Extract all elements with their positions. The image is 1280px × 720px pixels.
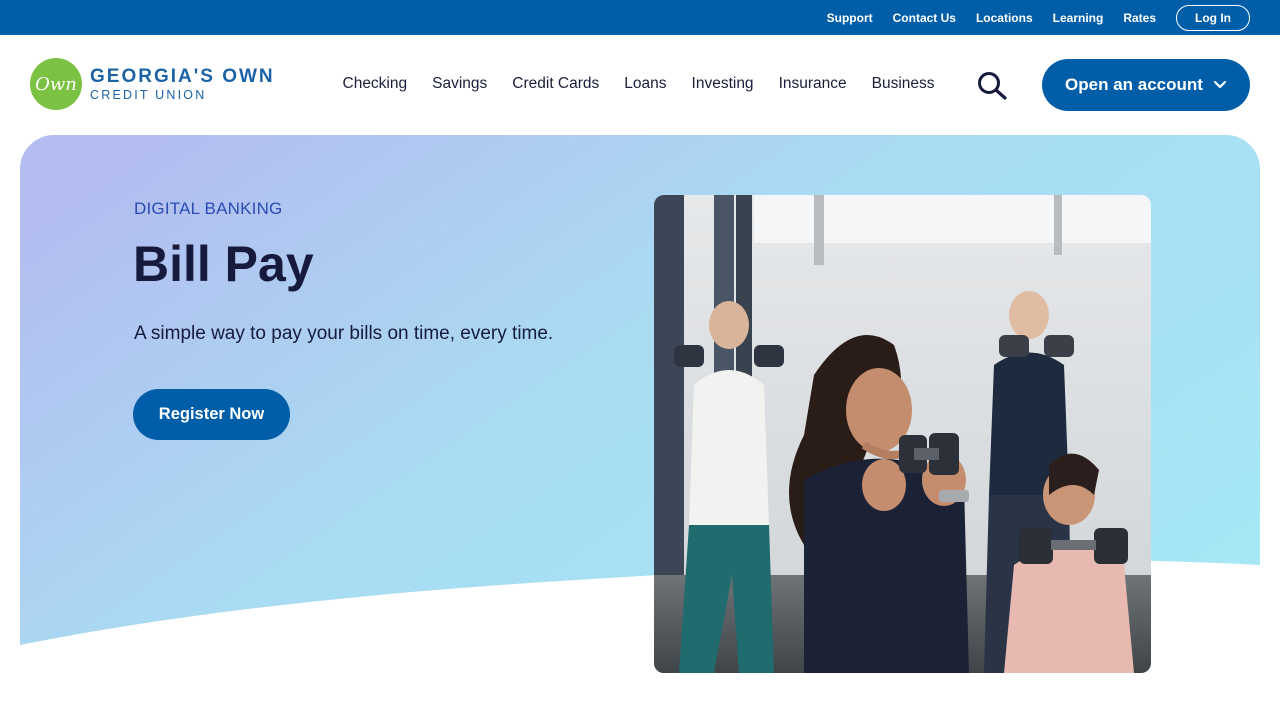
logo-line-1: GEORGIA'S OWN: [90, 65, 275, 87]
logo-line-2: CREDIT UNION: [90, 87, 207, 102]
hero-eyebrow: DIGITAL BANKING: [134, 199, 283, 218]
utility-link-rates[interactable]: Rates: [1123, 11, 1156, 25]
fitness-class-image: [654, 195, 1151, 673]
logo[interactable]: Own GEORGIA'S OWN CREDIT UNION: [30, 58, 275, 110]
nav-item-loans[interactable]: Loans: [624, 75, 666, 93]
nav-item-credit-cards[interactable]: Credit Cards: [512, 75, 599, 93]
register-now-button[interactable]: Register Now: [133, 389, 290, 440]
page-title: Bill Pay: [133, 236, 314, 292]
utility-link-support[interactable]: Support: [827, 11, 873, 25]
search-icon: [978, 72, 1007, 100]
hero-image: [654, 195, 1151, 673]
nav-item-investing[interactable]: Investing: [692, 75, 754, 93]
open-account-button[interactable]: Open an account: [1042, 59, 1250, 111]
site-header: Own GEORGIA'S OWN CREDIT UNION Checking …: [0, 35, 1280, 135]
nav-item-savings[interactable]: Savings: [432, 75, 487, 93]
utility-link-locations[interactable]: Locations: [976, 11, 1033, 25]
logo-mark: Own: [30, 58, 82, 110]
nav-item-checking[interactable]: Checking: [343, 75, 408, 93]
hero-subtitle: A simple way to pay your bills on time, …: [134, 323, 554, 344]
nav-item-business[interactable]: Business: [872, 75, 935, 93]
utility-link-contact-us[interactable]: Contact Us: [893, 11, 956, 25]
search-button[interactable]: [975, 71, 1009, 101]
utility-bar: Support Contact Us Locations Learning Ra…: [0, 0, 1280, 35]
utility-link-learning[interactable]: Learning: [1053, 11, 1104, 25]
login-button[interactable]: Log In: [1176, 4, 1250, 31]
logo-wordmark: GEORGIA'S OWN CREDIT UNION: [90, 67, 275, 102]
main-nav: Checking Savings Credit Cards Loans Inve…: [330, 75, 947, 93]
chevron-down-icon: [1213, 80, 1227, 89]
nav-item-insurance[interactable]: Insurance: [779, 75, 847, 93]
open-account-label: Open an account: [1065, 75, 1203, 94]
